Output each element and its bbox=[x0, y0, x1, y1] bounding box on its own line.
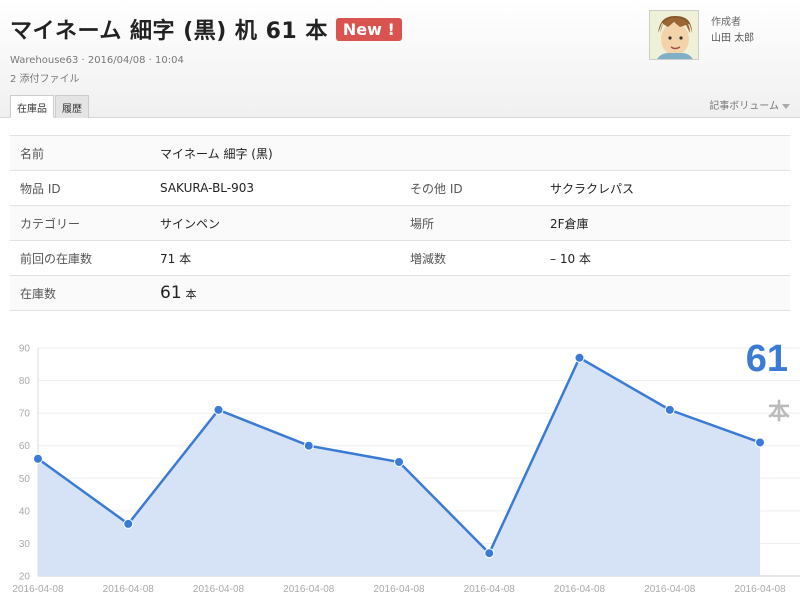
avatar-illustration bbox=[650, 11, 698, 59]
y-tick-label: 20 bbox=[19, 572, 31, 583]
category-label: カテゴリー bbox=[10, 205, 150, 241]
y-tick-label: 90 bbox=[19, 344, 31, 355]
x-tick-label: 2016-04-08 bbox=[554, 584, 606, 595]
prev-stock-value: 71 本 bbox=[150, 240, 400, 276]
item-id-label: 物品 ID bbox=[10, 170, 150, 206]
article-header: マイネーム 細字 (黒) 机 61 本 New ! Warehouse63 · … bbox=[0, 0, 800, 118]
y-tick-label: 80 bbox=[19, 376, 31, 387]
x-axis-labels: 2016-04-08 2016-04-08 2016-04-08 2016-04-08… bbox=[12, 584, 786, 595]
data-point[interactable] bbox=[213, 404, 224, 415]
data-point[interactable] bbox=[574, 352, 585, 363]
tab-bar: 在庫品 履歴 bbox=[10, 95, 90, 118]
y-tick-label: 70 bbox=[19, 409, 31, 420]
author-name[interactable]: 山田 太郎 bbox=[711, 29, 754, 44]
y-tick-label: 50 bbox=[19, 474, 31, 485]
stock-value: 61 bbox=[160, 283, 182, 303]
avatar[interactable] bbox=[649, 10, 699, 60]
table-row: 物品 ID SAKURA-BL-903 その他 ID サクラクレパス bbox=[10, 170, 790, 206]
data-point[interactable] bbox=[755, 437, 765, 448]
page-title: マイネーム 細字 (黒) 机 61 本 bbox=[10, 19, 328, 44]
change-label: 増減数 bbox=[400, 240, 540, 276]
data-point[interactable] bbox=[394, 457, 404, 467]
data-point[interactable] bbox=[664, 404, 675, 415]
item-id-value: SAKURA-BL-903 bbox=[150, 170, 400, 206]
data-point[interactable] bbox=[33, 453, 43, 464]
chevron-down-icon bbox=[782, 103, 790, 109]
y-tick-label: 40 bbox=[19, 506, 31, 517]
name-value: マイネーム 細字 (黒) bbox=[150, 135, 790, 171]
location-label: 場所 bbox=[400, 205, 540, 241]
table-row: カテゴリー サインペン 場所 2F倉庫 bbox=[10, 205, 790, 241]
y-tick-label: 60 bbox=[19, 441, 31, 452]
x-tick-label: 2016-04-08 bbox=[103, 584, 155, 595]
y-axis-labels: 20 30 40 50 60 70 80 90 bbox=[19, 344, 31, 583]
prev-stock-label: 前回の在庫数 bbox=[10, 240, 150, 276]
other-id-value: サクラクレパス bbox=[540, 170, 790, 206]
table-row: 在庫数 61 本 bbox=[10, 275, 790, 311]
data-point[interactable] bbox=[123, 518, 134, 529]
current-stock-unit: 本 bbox=[767, 400, 790, 425]
data-point[interactable] bbox=[303, 440, 314, 451]
article-volume-dropdown[interactable]: 記事ボリューム bbox=[709, 97, 790, 112]
data-point[interactable] bbox=[484, 548, 495, 559]
table-row: 前回の在庫数 71 本 増減数 – 10 本 bbox=[10, 240, 790, 276]
tab-history[interactable]: 履歴 bbox=[55, 95, 89, 118]
location-value: 2F倉庫 bbox=[540, 205, 790, 241]
stock-history-chart: 2030405060708090 2016-04-08 2016-04-08 201… bbox=[12, 344, 800, 595]
tab-inventory[interactable]: 在庫品 bbox=[10, 95, 54, 118]
table-row: 名前 マイネーム 細字 (黒) bbox=[10, 135, 790, 171]
stock-label: 在庫数 bbox=[10, 275, 150, 311]
x-tick-label: 2016-04-08 bbox=[373, 584, 425, 595]
stock-value-cell: 61 本 bbox=[150, 275, 790, 311]
x-tick-label: 2016-04-08 bbox=[283, 584, 335, 595]
stock-unit: 本 bbox=[185, 288, 197, 301]
name-label: 名前 bbox=[10, 135, 150, 171]
item-details-table: 名前 マイネーム 細字 (黒) 物品 ID SAKURA-BL-903 その他 … bbox=[10, 135, 790, 311]
x-tick-label: 2016-04-08 bbox=[193, 584, 245, 595]
other-id-label: その他 ID bbox=[400, 170, 540, 206]
current-stock-display: 61 bbox=[745, 338, 788, 380]
change-value: – 10 本 bbox=[540, 240, 790, 276]
y-tick-label: 30 bbox=[19, 539, 31, 550]
author-label: 作成者 bbox=[711, 17, 741, 28]
article-volume-label: 記事ボリューム bbox=[709, 101, 779, 112]
title-row: マイネーム 細字 (黒) 机 61 本 New ! bbox=[10, 13, 402, 45]
new-badge: New ! bbox=[335, 17, 402, 41]
x-tick-label: 2016-04-08 bbox=[464, 584, 516, 595]
category-link[interactable]: サインペン bbox=[150, 205, 400, 241]
attachments-link[interactable]: 2 添付ファイル bbox=[10, 70, 80, 85]
x-tick-label: 2016-04-08 bbox=[12, 584, 64, 595]
x-tick-label: 2016-04-08 bbox=[734, 584, 786, 595]
x-tick-label: 2016-04-08 bbox=[644, 584, 696, 595]
article-meta: Warehouse63 · 2016/04/08 · 10:04 bbox=[10, 55, 184, 66]
